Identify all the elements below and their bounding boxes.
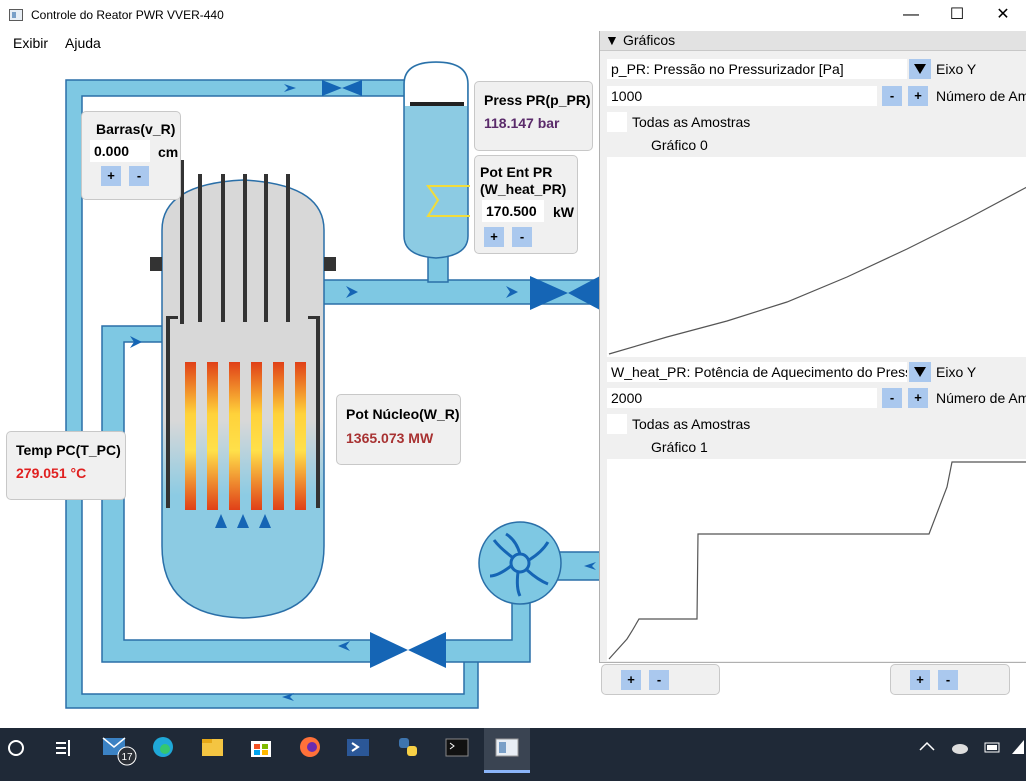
graph1-all-samples-checkbox[interactable] xyxy=(607,414,627,434)
heater-label-line1: Pot Ent PR xyxy=(480,164,553,180)
heater-label-line2: (W_heat_PR) xyxy=(480,181,567,197)
graphs-header-label: Gráficos xyxy=(623,32,676,48)
bars-unit: cm xyxy=(158,144,179,160)
pressure-card: Press PR(p_PR) 118.147 bar xyxy=(474,81,593,151)
core-power-label: Pot Núcleo(W_R) xyxy=(346,406,460,422)
bottom-right-plus-button[interactable]: + xyxy=(910,670,930,690)
minimize-button[interactable]: — xyxy=(888,0,934,31)
cloud-icon[interactable] xyxy=(952,744,968,754)
firefox-icon[interactable] xyxy=(300,737,320,757)
pressure-label: Press PR(p_PR) xyxy=(484,92,591,108)
graph1-all-samples-label: Todas as Amostras xyxy=(632,416,751,432)
mail-badge: 17 xyxy=(121,752,133,763)
core-power-value: 1365.073 MW xyxy=(346,430,434,446)
app-icon xyxy=(9,9,23,21)
bottom-right-minus-button[interactable]: - xyxy=(938,670,958,690)
pump-outlet-pipe xyxy=(555,551,600,581)
graph0-all-samples-label: Todas as Amostras xyxy=(632,114,751,130)
task-view-icon[interactable] xyxy=(56,740,70,756)
graph1-samples-plus-button[interactable]: + xyxy=(908,388,928,408)
graph0-samples-plus-button[interactable]: + xyxy=(908,86,928,106)
graph1-axis-label: Eixo Y xyxy=(936,364,977,380)
core-power-card: Pot Núcleo(W_R) 1365.073 MW xyxy=(336,394,461,465)
close-button[interactable]: ✕ xyxy=(980,0,1026,31)
graph0-dropdown-icon[interactable] xyxy=(909,59,931,79)
heater-minus-button[interactable]: - xyxy=(512,227,532,247)
graph0-title: Gráfico 0 xyxy=(651,137,708,153)
bottom-left-minus-button[interactable]: - xyxy=(649,670,669,690)
heater-plus-button[interactable]: + xyxy=(484,227,504,247)
bars-plus-button[interactable]: + xyxy=(101,166,121,186)
heater-input[interactable]: 170.500 xyxy=(482,200,544,222)
pump-icon xyxy=(478,521,562,605)
bottom-left-plus-button[interactable]: + xyxy=(621,670,641,690)
python-icon[interactable] xyxy=(399,738,417,756)
edge-icon[interactable] xyxy=(153,737,173,757)
bars-label: Barras(v_R) xyxy=(96,121,176,137)
mail-icon[interactable]: 17 xyxy=(102,737,137,766)
graph0-all-samples-checkbox[interactable] xyxy=(607,112,627,132)
powershell-icon[interactable] xyxy=(347,739,369,756)
graphs-header[interactable]: ▼ Gráficos xyxy=(600,31,1026,51)
graph1-samples-label: Número de Amostras xyxy=(936,390,1026,406)
network-icon[interactable] xyxy=(1012,740,1024,754)
graph1-samples-input[interactable]: 2000 xyxy=(607,388,877,408)
bars-input[interactable]: 0.000 xyxy=(90,140,150,162)
pressurizer xyxy=(403,61,470,259)
window-title: Controle do Reator PWR VVER-440 xyxy=(31,8,224,22)
graph0-samples-label: Número de Amostras xyxy=(936,88,1026,104)
bars-minus-button[interactable]: - xyxy=(129,166,149,186)
graph1-plot xyxy=(607,459,1026,661)
graph0-samples-input[interactable]: 1000 xyxy=(607,86,877,106)
graph0-plot xyxy=(607,157,1026,357)
graph1-dropdown-icon[interactable] xyxy=(909,362,931,382)
valve-cold-leg-icon xyxy=(370,632,446,668)
file-explorer-icon[interactable] xyxy=(202,739,223,756)
temperature-label: Temp PC(T_PC) xyxy=(16,442,121,458)
collapse-triangle-icon[interactable]: ▼ xyxy=(605,32,619,48)
terminal-icon[interactable] xyxy=(445,738,469,757)
heater-card: Pot Ent PR (W_heat_PR) 170.500 kW + - xyxy=(474,155,578,254)
maximize-button[interactable]: ☐ xyxy=(934,0,980,31)
bars-card: Barras(v_R) 0.000 cm + - xyxy=(81,111,181,200)
temperature-card: Temp PC(T_PC) 279.051 °C xyxy=(6,431,126,500)
menu-exibir[interactable]: Exibir xyxy=(13,35,48,51)
graph0-line xyxy=(608,186,1026,355)
menu-ajuda[interactable]: Ajuda xyxy=(65,35,101,51)
graph1-samples-minus-button[interactable]: - xyxy=(882,388,902,408)
reactor-vessel xyxy=(150,160,336,619)
taskbar-icons: 17 xyxy=(8,728,1024,773)
start-circle-icon[interactable] xyxy=(8,740,24,756)
pressure-value: 118.147 bar xyxy=(484,115,560,131)
reactor-app-taskbar-icon[interactable] xyxy=(484,728,530,773)
graphs-panel: ▼ Gráficos p_PR: Pressão no Pressurizado… xyxy=(599,31,1026,663)
graph1-title: Gráfico 1 xyxy=(651,439,708,455)
battery-icon[interactable] xyxy=(984,742,1000,753)
graph0-samples-minus-button[interactable]: - xyxy=(882,86,902,106)
graph0-variable-select[interactable]: p_PR: Pressão no Pressurizador [Pa] xyxy=(607,59,907,79)
graph1-variable-select[interactable]: W_heat_PR: Potência de Aquecimento do Pr… xyxy=(607,362,907,382)
graph-bottom-left-card: + - xyxy=(601,664,720,695)
graph1-line xyxy=(608,461,1026,660)
taskbar: 17 xyxy=(0,728,1026,781)
graph-bottom-right-card: + - xyxy=(890,664,1010,695)
temperature-value: 279.051 °C xyxy=(16,465,87,481)
store-icon[interactable] xyxy=(251,741,271,757)
heater-unit: kW xyxy=(553,204,574,220)
menu-bar: Exibir Ajuda xyxy=(0,31,600,55)
chevron-up-icon[interactable] xyxy=(919,741,935,751)
title-bar: Controle do Reator PWR VVER-440 — ☐ ✕ xyxy=(0,0,1026,31)
graph0-axis-label: Eixo Y xyxy=(936,61,977,77)
